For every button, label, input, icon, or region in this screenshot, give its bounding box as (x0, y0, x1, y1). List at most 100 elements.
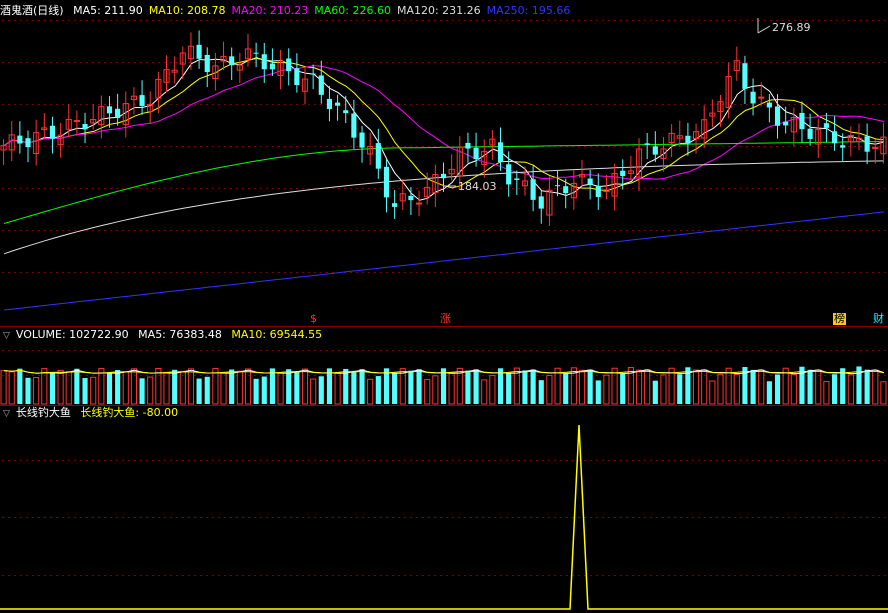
volume-bar[interactable] (847, 374, 854, 405)
candlestick[interactable] (668, 124, 675, 158)
volume-bar[interactable] (530, 369, 536, 404)
candlestick[interactable] (489, 130, 496, 160)
volume-bar[interactable] (692, 369, 700, 405)
candlestick[interactable] (620, 159, 626, 190)
candlestick[interactable] (408, 187, 414, 215)
volume-bar[interactable] (220, 372, 227, 405)
volume-bar[interactable] (318, 376, 324, 404)
volume-bar[interactable] (823, 381, 830, 405)
volume-bar[interactable] (399, 368, 406, 405)
volume-bar[interactable] (187, 368, 195, 405)
candlestick[interactable] (530, 165, 536, 212)
volume-bar[interactable] (766, 381, 772, 404)
candlestick[interactable] (139, 80, 145, 115)
candlestick[interactable] (25, 130, 31, 163)
volume-bar[interactable] (644, 369, 651, 405)
volume-bar[interactable] (677, 374, 683, 404)
volume-bar[interactable] (522, 370, 528, 404)
volume-bar[interactable] (774, 374, 781, 404)
volume-bar[interactable] (286, 369, 292, 404)
volume-bar[interactable] (392, 373, 398, 404)
candlestick[interactable] (343, 95, 349, 124)
volume-bar[interactable] (497, 368, 504, 404)
candlestick[interactable] (294, 53, 300, 93)
volume-bar[interactable] (155, 367, 162, 405)
volume-bar[interactable] (17, 368, 23, 404)
candlestick[interactable] (171, 56, 178, 84)
volume-bar[interactable] (448, 372, 455, 405)
volume-bar[interactable] (717, 374, 724, 405)
candlestick[interactable] (351, 99, 357, 149)
volume-bar[interactable] (506, 373, 512, 404)
candlestick[interactable] (204, 47, 210, 88)
volume-bar[interactable] (253, 378, 259, 404)
volume-bar[interactable] (709, 380, 716, 405)
candlestick[interactable] (147, 91, 154, 124)
volume-bar[interactable] (343, 368, 349, 404)
volume-bar[interactable] (139, 378, 145, 404)
candlesticks[interactable] (0, 30, 887, 226)
volume-bar[interactable] (880, 381, 887, 405)
event-marker-bang[interactable]: 榜 (833, 313, 846, 325)
volume-bar[interactable] (840, 368, 846, 404)
candlestick[interactable] (286, 48, 292, 86)
volume-bar[interactable] (473, 369, 479, 404)
candlestick[interactable] (187, 32, 195, 70)
volume-bar[interactable] (301, 368, 309, 405)
volume-bar[interactable] (465, 370, 471, 404)
candlestick[interactable] (359, 125, 365, 163)
candlestick[interactable] (375, 128, 381, 179)
candlestick[interactable] (335, 94, 341, 121)
candlestick[interactable] (73, 110, 80, 136)
volume-bar[interactable] (229, 369, 235, 404)
candlestick[interactable] (277, 49, 284, 90)
volume-bar[interactable] (416, 369, 422, 404)
volume-bar[interactable] (864, 369, 870, 404)
event-marker-zhang[interactable]: 涨 (440, 313, 451, 325)
volume-bar[interactable] (74, 368, 80, 404)
candlestick[interactable] (627, 155, 634, 181)
candlestick[interactable] (676, 120, 683, 147)
volume-bar[interactable] (334, 372, 341, 405)
volume-bar[interactable] (367, 378, 374, 405)
candlestick[interactable] (415, 190, 423, 217)
stock-chart-canvas[interactable] (0, 0, 888, 613)
candlestick[interactable] (326, 85, 333, 122)
collapse-triangle-icon[interactable]: ▽ (3, 406, 10, 422)
volume-bar[interactable] (578, 369, 586, 405)
candlestick[interactable] (106, 96, 113, 128)
candlestick[interactable] (733, 46, 740, 81)
volume-bar[interactable] (277, 372, 284, 405)
volume-bar[interactable] (424, 379, 431, 405)
volume-bar[interactable] (310, 378, 317, 405)
volume-bar[interactable] (130, 368, 137, 405)
volume-bar[interactable] (620, 373, 626, 404)
volume-bar[interactable] (440, 368, 447, 404)
candlestick[interactable] (514, 170, 520, 195)
volume-bar[interactable] (212, 367, 219, 405)
volume-bar[interactable] (326, 368, 333, 404)
candlestick[interactable] (49, 116, 56, 154)
event-marker-dollar[interactable]: $ (310, 313, 317, 325)
volume-bar[interactable] (172, 369, 178, 404)
candlestick[interactable] (0, 139, 7, 166)
candlestick[interactable] (17, 121, 23, 154)
volume-bar[interactable] (750, 369, 756, 404)
volume-bar[interactable] (733, 373, 740, 405)
volume-bar[interactable] (790, 374, 797, 405)
candlestick[interactable] (392, 190, 398, 219)
candlestick[interactable] (823, 112, 829, 143)
volume-bar[interactable] (546, 374, 553, 405)
candlestick[interactable] (383, 159, 390, 213)
candlestick[interactable] (766, 93, 772, 123)
volume-bar[interactable] (456, 367, 463, 405)
candlestick[interactable] (815, 118, 822, 158)
volume-bar[interactable] (489, 375, 496, 405)
candlestick[interactable] (864, 123, 870, 165)
volume-bar[interactable] (660, 374, 667, 405)
candlestick[interactable] (196, 30, 202, 69)
volume-bar[interactable] (807, 369, 813, 404)
volume-bar[interactable] (611, 367, 618, 405)
candlestick[interactable] (799, 101, 805, 143)
candlestick[interactable] (725, 62, 732, 119)
